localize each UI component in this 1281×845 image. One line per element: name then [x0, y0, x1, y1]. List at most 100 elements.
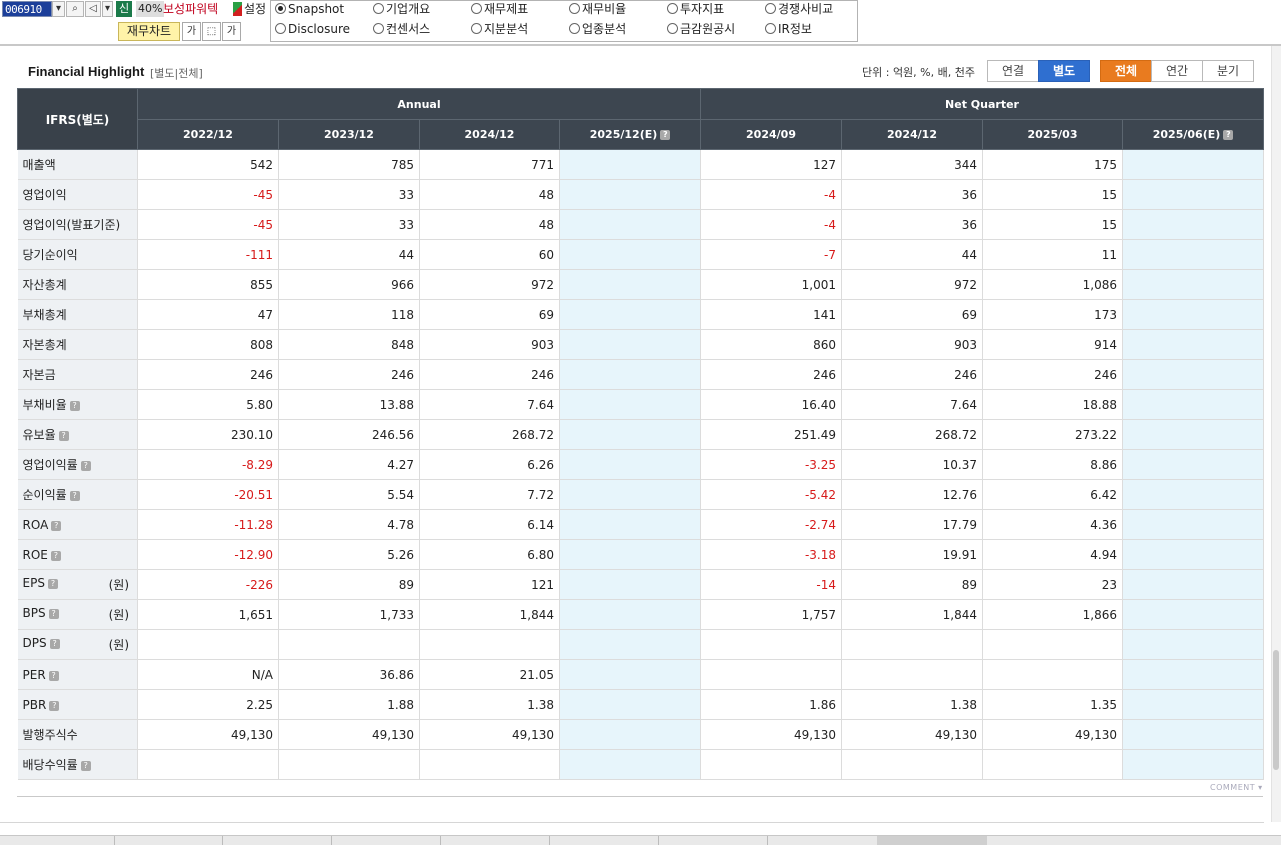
row-label-cell: 자본금: [17, 359, 138, 390]
row-label-cell: 발행주식수: [17, 719, 138, 750]
radio-industry-analysis[interactable]: 업종분석: [569, 21, 626, 39]
table-cell: -4: [700, 179, 843, 210]
radio-label: 투자지표: [680, 2, 725, 16]
table-cell: [559, 329, 702, 360]
column-header: 2025/12(E)?: [558, 119, 702, 150]
table-cell: [1122, 449, 1265, 480]
row-label: EPS: [22, 576, 45, 590]
period-annual-button[interactable]: 연간: [1151, 60, 1203, 82]
table-cell: [1122, 749, 1265, 780]
table-cell: 7.72: [419, 479, 560, 510]
table-cell: 175: [982, 149, 1124, 180]
radio-peer-comparison[interactable]: 경쟁사비교: [765, 1, 833, 19]
table-cell: 268.72: [841, 419, 984, 450]
new-badge[interactable]: 신: [116, 1, 132, 17]
row-label-cell: 순이익률?: [17, 479, 138, 510]
help-icon[interactable]: ?: [48, 609, 59, 619]
table-cell: [1122, 209, 1265, 240]
help-icon[interactable]: ?: [69, 491, 80, 501]
row-label: PBR: [22, 697, 47, 712]
column-header: 2024/12: [419, 119, 560, 150]
help-icon[interactable]: ?: [48, 670, 59, 681]
table-cell: 11: [982, 239, 1124, 270]
radio-financial-statements[interactable]: 재무제표: [471, 1, 528, 19]
table-cell: 1,844: [419, 599, 560, 630]
table-cell: [559, 299, 702, 330]
radio-company-overview[interactable]: 기업개요: [373, 1, 430, 19]
radio-consensus[interactable]: 컨센서스: [373, 21, 430, 39]
table-cell: 23: [982, 569, 1124, 600]
help-icon[interactable]: ?: [47, 579, 58, 589]
basis-separate-button[interactable]: 별도: [1038, 60, 1090, 82]
help-icon[interactable]: ?: [660, 130, 671, 140]
radio-snapshot[interactable]: Snapshot: [275, 1, 344, 19]
table-cell: [559, 149, 702, 180]
column-header: 2025/06(E)?: [1122, 119, 1265, 150]
table-cell: 33: [278, 209, 420, 240]
row-label-cell: EPS? (원): [17, 569, 138, 600]
table-cell: 1,844: [841, 599, 984, 630]
radio-fss-disclosure[interactable]: 금감원공시: [667, 21, 735, 39]
row-label: 발행주식수: [22, 728, 78, 742]
fit-screen-icon[interactable]: ⬚: [202, 22, 221, 41]
help-icon[interactable]: ?: [80, 761, 91, 771]
stock-code-input[interactable]: 006910: [2, 1, 52, 17]
row-label: 배당수익률: [22, 758, 78, 772]
font-size-up-button[interactable]: 가: [222, 22, 241, 41]
radio-financial-ratio[interactable]: 재무비율: [569, 1, 626, 19]
help-icon[interactable]: ?: [1223, 130, 1234, 140]
radio-investment-indicator[interactable]: 투자지표: [667, 1, 724, 19]
speaker-icon[interactable]: ◁: [85, 1, 101, 17]
comment-link[interactable]: COMMENT ▾: [1210, 783, 1263, 792]
taskbar-active-tab[interactable]: [877, 836, 987, 845]
period-all-button[interactable]: 전체: [1100, 60, 1152, 82]
radio-equity-analysis[interactable]: 지분분석: [471, 21, 528, 39]
font-size-down-button[interactable]: 가: [182, 22, 201, 41]
help-icon[interactable]: ?: [51, 520, 62, 531]
table-cell: 4.27: [278, 449, 420, 480]
radio-disclosure[interactable]: Disclosure: [275, 21, 350, 39]
table-cell: 69: [841, 299, 984, 330]
table-cell: 12.76: [841, 479, 984, 510]
table-cell: 230.10: [137, 419, 279, 450]
table-cell: 848: [278, 329, 420, 360]
scrollbar-thumb[interactable]: [1273, 650, 1279, 770]
table-cell: [700, 629, 843, 660]
table-cell: 6.26: [419, 449, 560, 480]
table-cell: 246: [278, 359, 420, 390]
table-cell: 542: [137, 149, 279, 180]
search-icon[interactable]: ⌕: [66, 1, 84, 17]
help-icon[interactable]: ?: [69, 401, 80, 411]
help-icon[interactable]: ?: [80, 461, 91, 471]
help-icon[interactable]: ?: [58, 431, 69, 441]
table-cell: 246.56: [278, 419, 420, 450]
basis-consolidated-button[interactable]: 연결: [987, 60, 1039, 82]
table-cell: 972: [841, 269, 984, 300]
table-cell: [559, 239, 702, 270]
table-cell: -2.74: [700, 509, 843, 540]
radio-ir-info[interactable]: IR정보: [765, 21, 812, 39]
help-icon[interactable]: ?: [50, 550, 61, 561]
table-cell: 49,130: [982, 719, 1124, 750]
row-label: 영업이익: [22, 188, 67, 202]
table-cell: 19.91: [841, 539, 984, 570]
table-cell: [1122, 629, 1265, 660]
settings-link[interactable]: 설정: [244, 1, 266, 17]
help-icon[interactable]: ?: [49, 639, 60, 649]
table-cell: 771: [419, 149, 560, 180]
taskbar-separator: [549, 836, 550, 845]
help-icon[interactable]: ?: [49, 700, 60, 711]
table-cell: -226: [137, 569, 279, 600]
table-cell: 1.38: [841, 689, 984, 720]
table-cell: 4.36: [982, 509, 1124, 540]
code-dropdown-icon[interactable]: ▾: [52, 1, 65, 17]
radio-icon: [765, 3, 776, 14]
table-cell: 246: [419, 359, 560, 390]
row-label: 매출액: [22, 158, 56, 172]
period-quarter-button[interactable]: 분기: [1202, 60, 1254, 82]
table-cell: 89: [278, 569, 420, 600]
table-row: 부채비율? 5.80 13.88 7.64 16.40 7.64 18.88: [17, 389, 1265, 420]
financial-chart-button[interactable]: 재무차트: [118, 22, 180, 41]
speaker-dropdown-icon[interactable]: ▾: [102, 1, 113, 17]
table-cell: [559, 179, 702, 210]
